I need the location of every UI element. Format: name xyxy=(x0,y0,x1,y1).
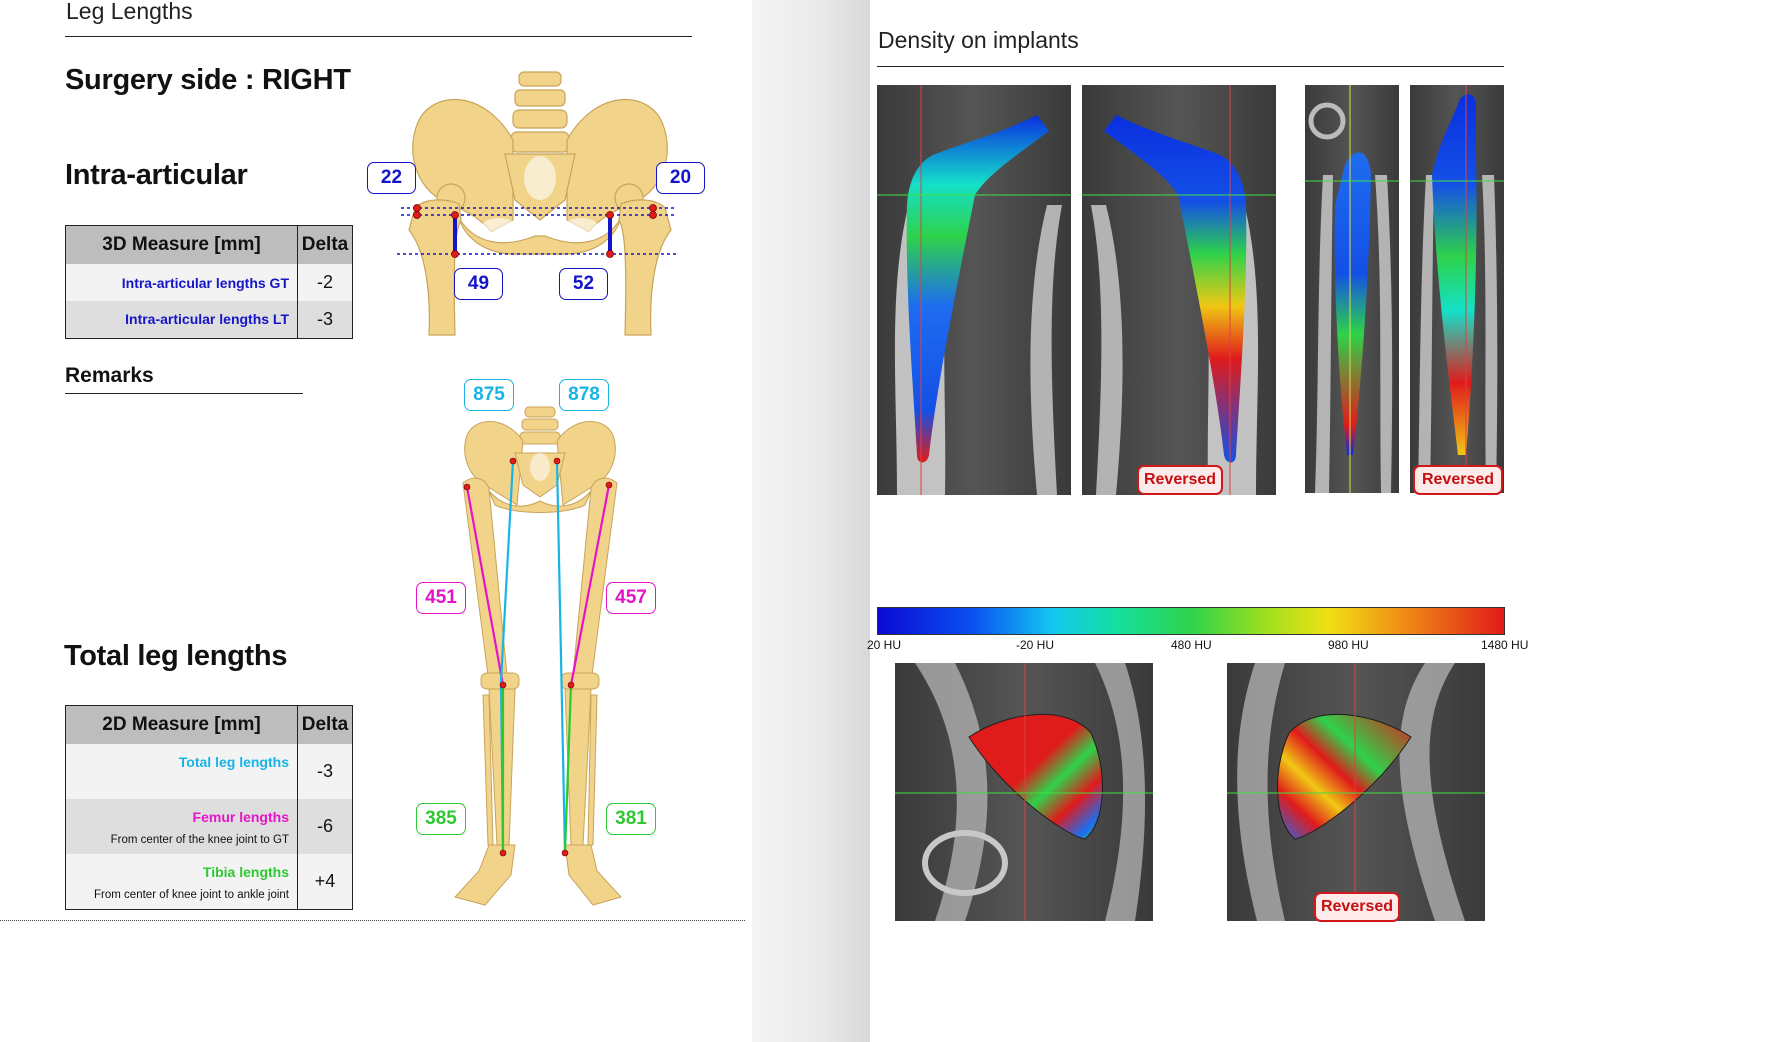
colorbar-label-4: 1480 HU xyxy=(1481,638,1529,652)
row-delta-total: -3 xyxy=(297,744,353,799)
total-leg-heading: Total leg lengths xyxy=(64,640,288,672)
remarks-heading: Remarks xyxy=(65,364,154,387)
surgery-side-heading: Surgery side : RIGHT xyxy=(65,64,351,96)
intra-articular-table: 3D Measure [mm] Delta Intra-articular le… xyxy=(65,225,353,339)
reversed-label-1: Reversed xyxy=(1137,465,1223,495)
density-colorbar xyxy=(877,607,1505,635)
badge-tibia-left: 381 xyxy=(606,803,656,835)
badge-gt-left: 20 xyxy=(656,162,705,194)
colorbar-label-1: -20 HU xyxy=(1016,638,1055,652)
density-title: Density on implants xyxy=(878,27,1079,53)
ct-stem-front-reversed xyxy=(1082,85,1276,495)
col-header-measure: 2D Measure [mm] xyxy=(65,705,298,744)
leg-lengths-title: Leg Lengths xyxy=(66,0,193,24)
ct-stem-side-reversed xyxy=(1410,85,1504,493)
page-gutter xyxy=(752,0,870,1042)
badge-lt-right: 49 xyxy=(454,268,503,300)
colorbar-label-0: 20 HU xyxy=(867,638,902,652)
col-header-measure: 3D Measure [mm] xyxy=(65,225,298,264)
ct-stem-side xyxy=(1305,85,1399,493)
intra-articular-heading: Intra-articular xyxy=(65,159,248,191)
pelvis-illustration xyxy=(397,71,677,336)
badge-gt-right: 22 xyxy=(367,162,416,194)
col-header-delta: Delta xyxy=(297,705,353,744)
row-delta-gt: -2 xyxy=(297,264,353,301)
total-leg-table: 2D Measure [mm] Delta Total leg lengths … xyxy=(65,705,353,910)
reversed-label-2: Reversed xyxy=(1413,465,1503,495)
colorbar-label-2: 480 HU xyxy=(1171,638,1212,652)
row-delta-femur: -6 xyxy=(297,799,353,854)
footer-dotted-rule xyxy=(0,920,745,921)
row-label-tibia: Tibia lengths From center of knee joint t… xyxy=(65,854,298,909)
badge-lt-left: 52 xyxy=(559,268,608,300)
density-rule xyxy=(877,66,1504,67)
title-rule xyxy=(65,36,692,37)
reversed-label-3: Reversed xyxy=(1314,892,1400,922)
ct-cup-reversed xyxy=(1227,663,1485,921)
col-header-delta: Delta xyxy=(297,225,353,264)
row-label-total: Total leg lengths xyxy=(65,744,298,799)
row-sub-tibia: From center of knee joint to ankle joint xyxy=(94,889,289,901)
remarks-rule xyxy=(65,393,303,394)
badge-total-left: 878 xyxy=(559,379,609,411)
row-label-gt: Intra-articular lengths GT xyxy=(65,264,298,301)
row-delta-tibia: +4 xyxy=(297,854,353,909)
ct-cup xyxy=(895,663,1153,921)
row-delta-lt: -3 xyxy=(297,301,353,338)
row-sub-femur: From center of the knee joint to GT xyxy=(110,834,289,846)
row-label-femur: Femur lengths From center of the knee joi… xyxy=(65,799,298,854)
full-legs-illustration xyxy=(454,406,622,906)
badge-total-right: 875 xyxy=(464,379,514,411)
badge-femur-right: 451 xyxy=(416,582,466,614)
badge-femur-left: 457 xyxy=(606,582,656,614)
row-label-lt: Intra-articular lengths LT xyxy=(65,301,298,338)
ct-stem-front xyxy=(877,85,1071,495)
badge-tibia-right: 385 xyxy=(416,803,466,835)
colorbar-label-3: 980 HU xyxy=(1328,638,1369,652)
